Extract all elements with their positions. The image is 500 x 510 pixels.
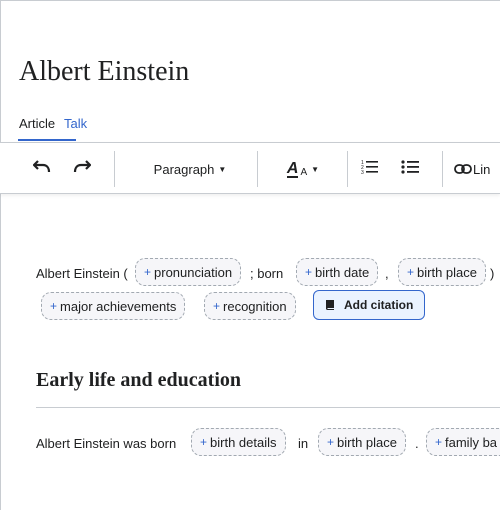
- numbered-list-icon: 123: [361, 159, 379, 180]
- placeholder-chip-birth-place[interactable]: + birth place: [318, 428, 406, 456]
- add-icon: +: [305, 265, 313, 279]
- toolbar-separator: [347, 151, 348, 187]
- lead-text: ): [490, 266, 495, 281]
- add-icon: +: [435, 435, 443, 449]
- placeholder-chip-birth-place[interactable]: + birth place: [398, 258, 486, 286]
- numbered-list-button[interactable]: 123: [360, 157, 380, 181]
- chevron-down-icon: ▼: [311, 164, 320, 174]
- bulleted-list-button[interactable]: [400, 157, 420, 181]
- lead-text: Albert Einstein (: [36, 266, 128, 281]
- link-label: Lin: [473, 161, 491, 177]
- section-divider: [36, 407, 500, 408]
- add-citation-button[interactable]: Add citation: [313, 290, 426, 320]
- redo-button[interactable]: [72, 157, 92, 181]
- lead-text: ; born: [250, 266, 284, 281]
- editor-content[interactable]: Albert Einstein ( + pronunciation ; born …: [0, 195, 500, 510]
- section-heading: Early life and education: [36, 369, 242, 391]
- toolbar-separator: [257, 151, 258, 187]
- add-icon: +: [200, 435, 208, 449]
- page-tabs: Article Talk: [0, 110, 500, 142]
- placeholder-chip-birth-details[interactable]: + birth details: [191, 428, 286, 456]
- toolbar-separator: [114, 151, 115, 187]
- placeholder-chip-pronunciation[interactable]: + pronunciation: [135, 258, 242, 286]
- add-icon: +: [50, 299, 58, 313]
- undo-icon: [32, 159, 51, 179]
- placeholder-chip-recognition[interactable]: + recognition: [204, 292, 296, 320]
- svg-text:3: 3: [361, 170, 364, 175]
- editor-toolbar: Paragraph ▼ A A ▼ 123 Lin: [0, 142, 500, 194]
- add-icon: +: [213, 299, 221, 313]
- bulleted-list-icon: [401, 159, 419, 180]
- text-style-icon: A A: [286, 159, 308, 178]
- text-style-dropdown[interactable]: A A ▼: [280, 157, 326, 181]
- chevron-down-icon: ▼: [218, 164, 227, 174]
- section-text: Albert Einstein was born: [36, 436, 177, 451]
- section-text: in: [298, 436, 309, 451]
- toolbar-separator: [442, 151, 443, 187]
- placeholder-chip-family-background[interactable]: + family ba: [426, 428, 500, 456]
- tab-talk[interactable]: Talk: [64, 116, 87, 131]
- add-icon: +: [327, 435, 335, 449]
- section-text: .: [415, 436, 419, 451]
- undo-button[interactable]: [32, 157, 52, 181]
- page-title: Albert Einstein: [19, 56, 190, 87]
- link-button[interactable]: Lin: [454, 157, 500, 181]
- lead-text: ,: [385, 266, 389, 281]
- placeholder-chip-major-achievements[interactable]: + major achievements: [41, 292, 186, 320]
- link-icon: [454, 164, 472, 174]
- paragraph-format-dropdown[interactable]: Paragraph ▼: [148, 157, 232, 181]
- add-icon: +: [407, 265, 415, 279]
- paragraph-label: Paragraph: [153, 161, 215, 177]
- tab-article[interactable]: Article: [19, 116, 55, 131]
- active-tab-indicator: [18, 139, 76, 141]
- redo-icon: [73, 159, 92, 179]
- placeholder-chip-birth-date[interactable]: + birth date: [296, 258, 379, 286]
- add-icon: +: [144, 265, 152, 279]
- book-icon: [325, 299, 336, 311]
